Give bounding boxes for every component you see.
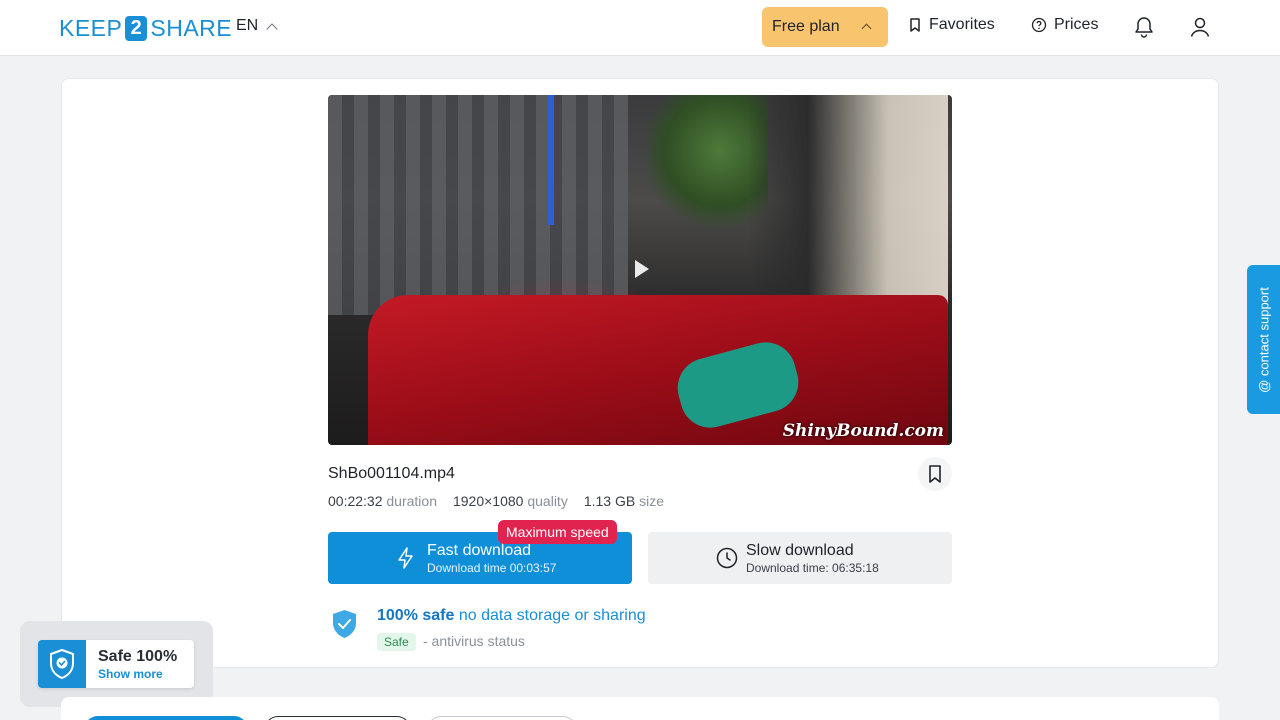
free-plan-button[interactable]: Free plan [762, 7, 888, 47]
slow-download-time: Download time: 06:35:18 [746, 561, 879, 575]
contact-support-tab[interactable]: @ contact support [1247, 265, 1280, 414]
antivirus-status-label: - antivirus status [423, 633, 525, 649]
file-meta: 00:22:32 duration 1920×1080 quality 1.13… [328, 493, 664, 509]
size-label: size [639, 493, 664, 509]
antivirus-safe-tag: Safe [377, 633, 416, 651]
clock-icon [716, 547, 738, 569]
prices-link[interactable]: Prices [1031, 16, 1098, 34]
safe-popup[interactable]: Safe 100% Show more [38, 640, 194, 688]
quality-info: 1920×1080 quality [453, 493, 568, 509]
user-account-icon[interactable] [1189, 15, 1211, 39]
maximum-speed-badge: Maximum speed [498, 520, 617, 544]
add-to-favorites-button[interactable] [918, 457, 952, 491]
top-header: KEEP 2 SHARE EN Free plan Favorites Prices [0, 0, 1280, 56]
plan-label: Free plan [772, 18, 840, 35]
safe-popup-icon-box [38, 640, 86, 688]
question-circle-icon [1031, 17, 1047, 33]
show-more-link[interactable]: Show more [98, 667, 163, 681]
duration-value: 00:22:32 [328, 493, 383, 509]
bottom-tab-3[interactable] [427, 716, 577, 720]
language-label: EN [236, 17, 259, 34]
video-scene-pole [548, 95, 554, 225]
size-value: 1.13 GB [583, 493, 636, 509]
slow-download-title: Slow download [746, 542, 854, 559]
logo-text-2: 2 [125, 15, 148, 41]
quality-label: quality [527, 493, 568, 509]
video-scene-curtain [328, 95, 628, 315]
video-preview[interactable]: ShinyBound.com [328, 95, 952, 445]
fast-download-time: Download time 00:03:57 [427, 561, 557, 575]
chevron-up-icon [861, 23, 872, 34]
shield-check-icon [50, 648, 74, 680]
size-info: 1.13 GB size [584, 493, 664, 509]
favorites-link[interactable]: Favorites [908, 16, 995, 34]
duration-label: duration [386, 493, 437, 509]
safety-rest: no data storage or sharing [454, 607, 646, 624]
safety-statement: 100% safe no data storage or sharing [377, 607, 646, 625]
logo-text-share: SHARE [150, 14, 233, 41]
shield-check-icon [333, 610, 356, 638]
lightning-icon [398, 547, 413, 569]
contact-support-label: @ contact support [1256, 286, 1271, 393]
keep2share-logo[interactable]: KEEP 2 SHARE [59, 14, 232, 42]
video-scene-figure [748, 95, 948, 325]
bottom-tab-1[interactable] [84, 716, 248, 720]
quality-value: 1920×1080 [452, 493, 524, 509]
safe-popup-title: Safe 100% [98, 648, 178, 665]
notification-bell-icon[interactable] [1133, 15, 1155, 39]
video-watermark: ShinyBound.com [782, 421, 944, 441]
logo-text-keep: KEEP [59, 14, 123, 41]
file-name: ShBo001104.mp4 [328, 465, 455, 482]
duration-info: 00:22:32 duration [328, 493, 437, 509]
language-selector[interactable]: EN [236, 17, 278, 35]
favorites-label: Favorites [929, 16, 995, 33]
prices-label: Prices [1054, 16, 1099, 33]
bookmark-icon [910, 18, 920, 32]
bookmark-icon [929, 465, 941, 483]
bottom-tab-2[interactable] [264, 716, 411, 720]
safety-strong: 100% safe [377, 607, 455, 624]
chevron-up-icon [266, 22, 278, 35]
fast-download-title: Fast download [427, 542, 532, 559]
slow-download-button[interactable]: Slow download Download time: 06:35:18 [648, 532, 952, 584]
play-icon[interactable] [635, 260, 649, 278]
